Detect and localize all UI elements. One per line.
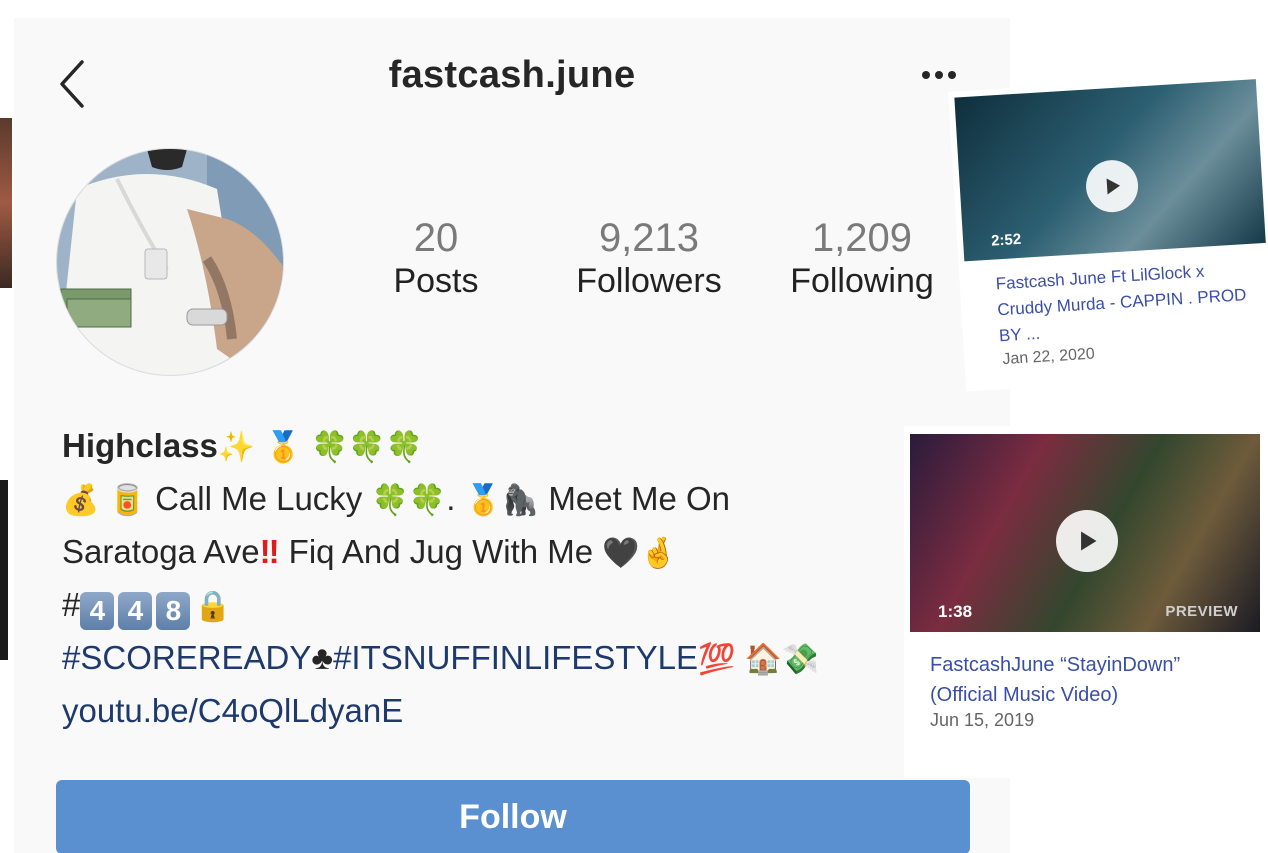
profile-screen: fastcash.june 20 Posts 9,213 Followers 1… bbox=[14, 18, 1010, 853]
bio-fiq-text: Fiq And Jug With Me bbox=[288, 533, 594, 570]
bio-location-text: Saratoga Ave bbox=[62, 533, 260, 570]
club-suit-icon: ♣ bbox=[311, 639, 334, 676]
medal-icon: 🥇 bbox=[464, 484, 502, 517]
crossed-fingers-icon: 🤞 bbox=[639, 537, 678, 570]
profile-username: fastcash.june bbox=[388, 54, 636, 96]
keycap-digit: 4 bbox=[80, 592, 115, 630]
stat-following[interactable]: 1,209 Following bbox=[772, 216, 952, 302]
bio-lucky-text: Call Me Lucky bbox=[155, 480, 363, 517]
gorilla-icon: 🦍 bbox=[501, 484, 540, 517]
bio-line-5: #SCOREREADY♣#ITSNUFFINLIFESTYLE💯 🏠💸 bbox=[62, 632, 882, 685]
play-icon[interactable] bbox=[1056, 510, 1118, 572]
sparkles-icon: ✨ bbox=[217, 431, 256, 464]
more-options-icon[interactable] bbox=[914, 60, 964, 90]
video-date: Jun 15, 2019 bbox=[930, 710, 1035, 730]
bio-line-6: youtu.be/C4oQlLdyanE bbox=[62, 685, 882, 736]
posts-count: 20 bbox=[413, 216, 459, 260]
left-clipping-edge bbox=[0, 118, 12, 288]
bio-meet-text: Meet Me On bbox=[548, 480, 730, 517]
hundred-points-icon: 💯 bbox=[697, 643, 736, 676]
bio-period: . bbox=[446, 480, 456, 517]
clover-icon: 🍀🍀🍀 bbox=[310, 431, 424, 464]
bio-line-1: Highclass✨ 🥇 🍀🍀🍀 bbox=[62, 420, 882, 473]
video-duration: 2:52 bbox=[990, 230, 1022, 250]
profile-avatar[interactable] bbox=[56, 148, 284, 376]
video-thumbnail[interactable]: 2:52 bbox=[954, 79, 1266, 262]
keycap-digit: 4 bbox=[118, 592, 153, 630]
hashtag-itsnuffinlifestyle[interactable]: #ITSNUFFINLIFESTYLE bbox=[333, 639, 698, 676]
video-thumbnail[interactable]: 1:38 PREVIEW bbox=[910, 434, 1260, 632]
clover-icon: 🍀🍀 bbox=[371, 484, 447, 517]
video-duration: 1:38 bbox=[938, 602, 973, 621]
left-clipping-edge bbox=[0, 480, 8, 660]
follow-button[interactable]: Follow bbox=[56, 780, 970, 853]
stat-followers[interactable]: 9,213 Followers bbox=[559, 216, 739, 302]
hashtag-scoreready[interactable]: #SCOREREADY bbox=[62, 639, 311, 676]
black-heart-icon: 🖤 bbox=[602, 537, 640, 570]
medal-icon: 🥇 bbox=[264, 431, 302, 464]
following-count: 1,209 bbox=[811, 216, 913, 260]
lock-icon: 🔒 bbox=[194, 590, 232, 623]
house-icon: 🏠 bbox=[744, 643, 782, 676]
bio-hash: # bbox=[62, 586, 81, 623]
bio-line-2: 💰 🥫 Call Me Lucky 🍀🍀. 🥇🦍 Meet Me On bbox=[62, 473, 882, 526]
video-title-link[interactable]: FastcashJune “StayinDown” (Official Musi… bbox=[930, 650, 1190, 710]
preview-badge: PREVIEW bbox=[1165, 603, 1238, 620]
bio-link[interactable]: youtu.be/C4oQlLdyanE bbox=[62, 692, 403, 729]
keycap-digit: 8 bbox=[156, 592, 191, 630]
profile-bio: Highclass✨ 🥇 🍀🍀🍀 💰 🥫 Call Me Lucky 🍀🍀. 🥇… bbox=[62, 420, 882, 736]
bio-line-3: Saratoga Ave‼ Fiq And Jug With Me 🖤🤞 bbox=[62, 526, 882, 579]
following-label: Following bbox=[790, 262, 934, 300]
money-wings-icon: 💸 bbox=[781, 643, 820, 676]
followers-count: 9,213 bbox=[598, 216, 700, 260]
avatar-photo bbox=[57, 149, 283, 375]
video-result-card[interactable]: 2:52 Fastcash June Ft LilGlock x Cruddy … bbox=[948, 72, 1268, 392]
money-bag-icon: 💰 bbox=[62, 484, 100, 517]
followers-label: Followers bbox=[576, 262, 722, 300]
video-result-card[interactable]: 1:38 PREVIEW FastcashJune “StayinDown” (… bbox=[904, 426, 1264, 778]
bio-name: Highclass bbox=[62, 427, 218, 464]
video-title-link[interactable]: Fastcash June Ft LilGlock x Cruddy Murda… bbox=[995, 256, 1259, 350]
stat-posts[interactable]: 20 Posts bbox=[346, 216, 526, 302]
double-exclamation-icon: ‼ bbox=[259, 533, 280, 570]
drink-can-icon: 🥫 bbox=[108, 484, 146, 517]
posts-label: Posts bbox=[393, 262, 479, 300]
play-icon[interactable] bbox=[1084, 158, 1140, 214]
bio-line-4: #4 4 8 🔒 bbox=[62, 579, 882, 632]
